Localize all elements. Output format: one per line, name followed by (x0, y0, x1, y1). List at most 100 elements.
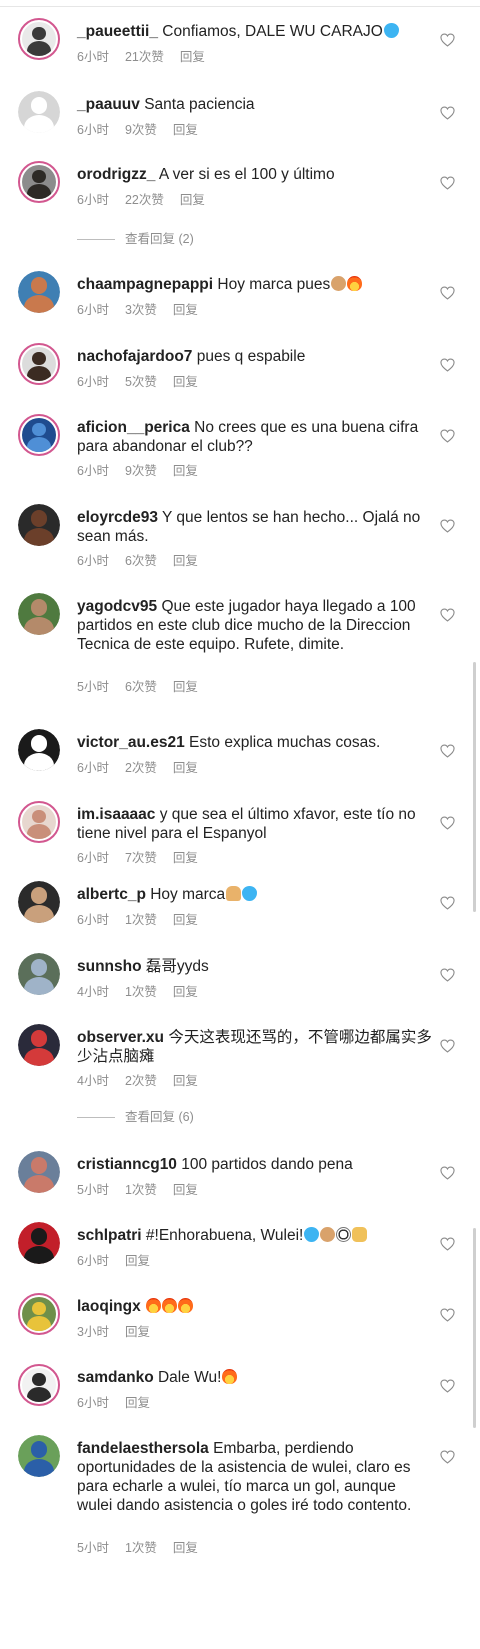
username-link[interactable]: laoqingx (77, 1298, 141, 1315)
username-link[interactable]: nachofajardoo7 (77, 348, 192, 365)
view-replies-button[interactable]: 查看回复 (2) (77, 231, 194, 247)
timestamp: 6小时 (77, 554, 109, 568)
username-link[interactable]: _paauuv (77, 96, 140, 113)
likes-count[interactable]: 5次赞 (125, 375, 157, 389)
avatar[interactable] (18, 1293, 60, 1335)
reply-button[interactable]: 回复 (173, 1541, 198, 1555)
like-heart-icon[interactable] (440, 176, 455, 190)
like-heart-icon[interactable] (440, 286, 455, 300)
like-heart-icon[interactable] (440, 1450, 455, 1464)
avatar[interactable] (18, 91, 60, 133)
reply-button[interactable]: 回复 (125, 1254, 150, 1268)
avatar[interactable] (18, 1024, 60, 1066)
reply-button[interactable]: 回复 (173, 464, 198, 478)
likes-count[interactable]: 1次赞 (125, 913, 157, 927)
like-heart-icon[interactable] (440, 33, 455, 47)
username-link[interactable]: albertc_p (77, 886, 146, 903)
likes-count[interactable]: 1次赞 (125, 1183, 157, 1197)
reply-button[interactable]: 回复 (173, 1183, 198, 1197)
scrollbar-thumb[interactable] (473, 1228, 476, 1428)
username-link[interactable]: cristianncg10 (77, 1156, 177, 1173)
reply-button[interactable]: 回复 (173, 123, 198, 137)
avatar[interactable] (18, 1364, 60, 1406)
username-link[interactable]: orodrigzz_ (77, 166, 155, 183)
username-link[interactable]: eloyrcde93 (77, 509, 158, 526)
like-heart-icon[interactable] (440, 1379, 455, 1393)
timestamp: 6小时 (77, 851, 109, 865)
reply-button[interactable]: 回复 (125, 1396, 150, 1410)
avatar[interactable] (18, 729, 60, 771)
scrollbar-thumb[interactable] (473, 662, 476, 912)
arm-emoji-icon (331, 276, 347, 291)
username-link[interactable]: sunnsho (77, 958, 142, 975)
avatar[interactable] (18, 801, 60, 843)
reply-button[interactable]: 回复 (125, 1325, 150, 1339)
reply-button[interactable]: 回复 (180, 193, 205, 207)
comment-body: 磊哥yyds (145, 958, 209, 975)
likes-count[interactable]: 7次赞 (125, 851, 157, 865)
username-link[interactable]: samdanko (77, 1369, 154, 1386)
like-heart-icon[interactable] (440, 429, 455, 443)
avatar-image (18, 1024, 60, 1066)
reply-button[interactable]: 回复 (173, 913, 198, 927)
username-link[interactable]: chaampagnepappi (77, 276, 213, 293)
username-link[interactable]: fandelaesthersola (77, 1440, 209, 1457)
avatar[interactable] (18, 1151, 60, 1193)
like-heart-icon[interactable] (440, 1039, 455, 1053)
likes-count[interactable]: 9次赞 (125, 123, 157, 137)
avatar[interactable] (18, 18, 60, 60)
username-link[interactable]: observer.xu (77, 1029, 164, 1046)
timestamp: 6小时 (77, 303, 109, 317)
reply-button[interactable]: 回复 (173, 1074, 198, 1088)
avatar-image (22, 165, 56, 199)
likes-count[interactable]: 6次赞 (125, 554, 157, 568)
like-heart-icon[interactable] (440, 608, 455, 622)
reply-button[interactable]: 回复 (173, 851, 198, 865)
likes-count[interactable]: 6次赞 (125, 680, 157, 694)
username-link[interactable]: victor_au.es21 (77, 734, 185, 751)
like-heart-icon[interactable] (440, 358, 455, 372)
username-link[interactable]: _paueettii_ (77, 23, 158, 40)
avatar[interactable] (18, 271, 60, 313)
avatar[interactable] (18, 504, 60, 546)
reply-button[interactable]: 回复 (173, 761, 198, 775)
avatar[interactable] (18, 881, 60, 923)
reply-button[interactable]: 回复 (173, 375, 198, 389)
avatar[interactable] (18, 161, 60, 203)
avatar[interactable] (18, 953, 60, 995)
username-link[interactable]: yagodcv95 (77, 598, 157, 615)
likes-count[interactable]: 1次赞 (125, 985, 157, 999)
reply-button[interactable]: 回复 (173, 680, 198, 694)
like-heart-icon[interactable] (440, 1308, 455, 1322)
like-heart-icon[interactable] (440, 1166, 455, 1180)
username-link[interactable]: aficion__perica (77, 419, 190, 436)
view-replies-button[interactable]: 查看回复 (6) (77, 1109, 194, 1125)
like-heart-icon[interactable] (440, 896, 455, 910)
username-link[interactable]: im.isaaaac (77, 806, 155, 823)
like-heart-icon[interactable] (440, 519, 455, 533)
reply-button[interactable]: 回复 (173, 985, 198, 999)
like-heart-icon[interactable] (440, 1237, 455, 1251)
comment-text: chaampagnepappi Hoy marca pues (77, 275, 432, 294)
like-heart-icon[interactable] (440, 744, 455, 758)
likes-count[interactable]: 22次赞 (125, 193, 164, 207)
avatar[interactable] (18, 1435, 60, 1477)
like-heart-icon[interactable] (440, 968, 455, 982)
avatar[interactable] (18, 414, 60, 456)
likes-count[interactable]: 2次赞 (125, 761, 157, 775)
likes-count[interactable]: 9次赞 (125, 464, 157, 478)
comment-text: sunnsho 磊哥yyds (77, 957, 432, 976)
like-heart-icon[interactable] (440, 816, 455, 830)
like-heart-icon[interactable] (440, 106, 455, 120)
avatar[interactable] (18, 593, 60, 635)
reply-button[interactable]: 回复 (180, 50, 205, 64)
username-link[interactable]: schlpatri (77, 1227, 142, 1244)
likes-count[interactable]: 1次赞 (125, 1541, 157, 1555)
avatar[interactable] (18, 1222, 60, 1264)
reply-button[interactable]: 回复 (173, 303, 198, 317)
reply-button[interactable]: 回复 (173, 554, 198, 568)
likes-count[interactable]: 21次赞 (125, 50, 164, 64)
avatar[interactable] (18, 343, 60, 385)
likes-count[interactable]: 2次赞 (125, 1074, 157, 1088)
likes-count[interactable]: 3次赞 (125, 303, 157, 317)
